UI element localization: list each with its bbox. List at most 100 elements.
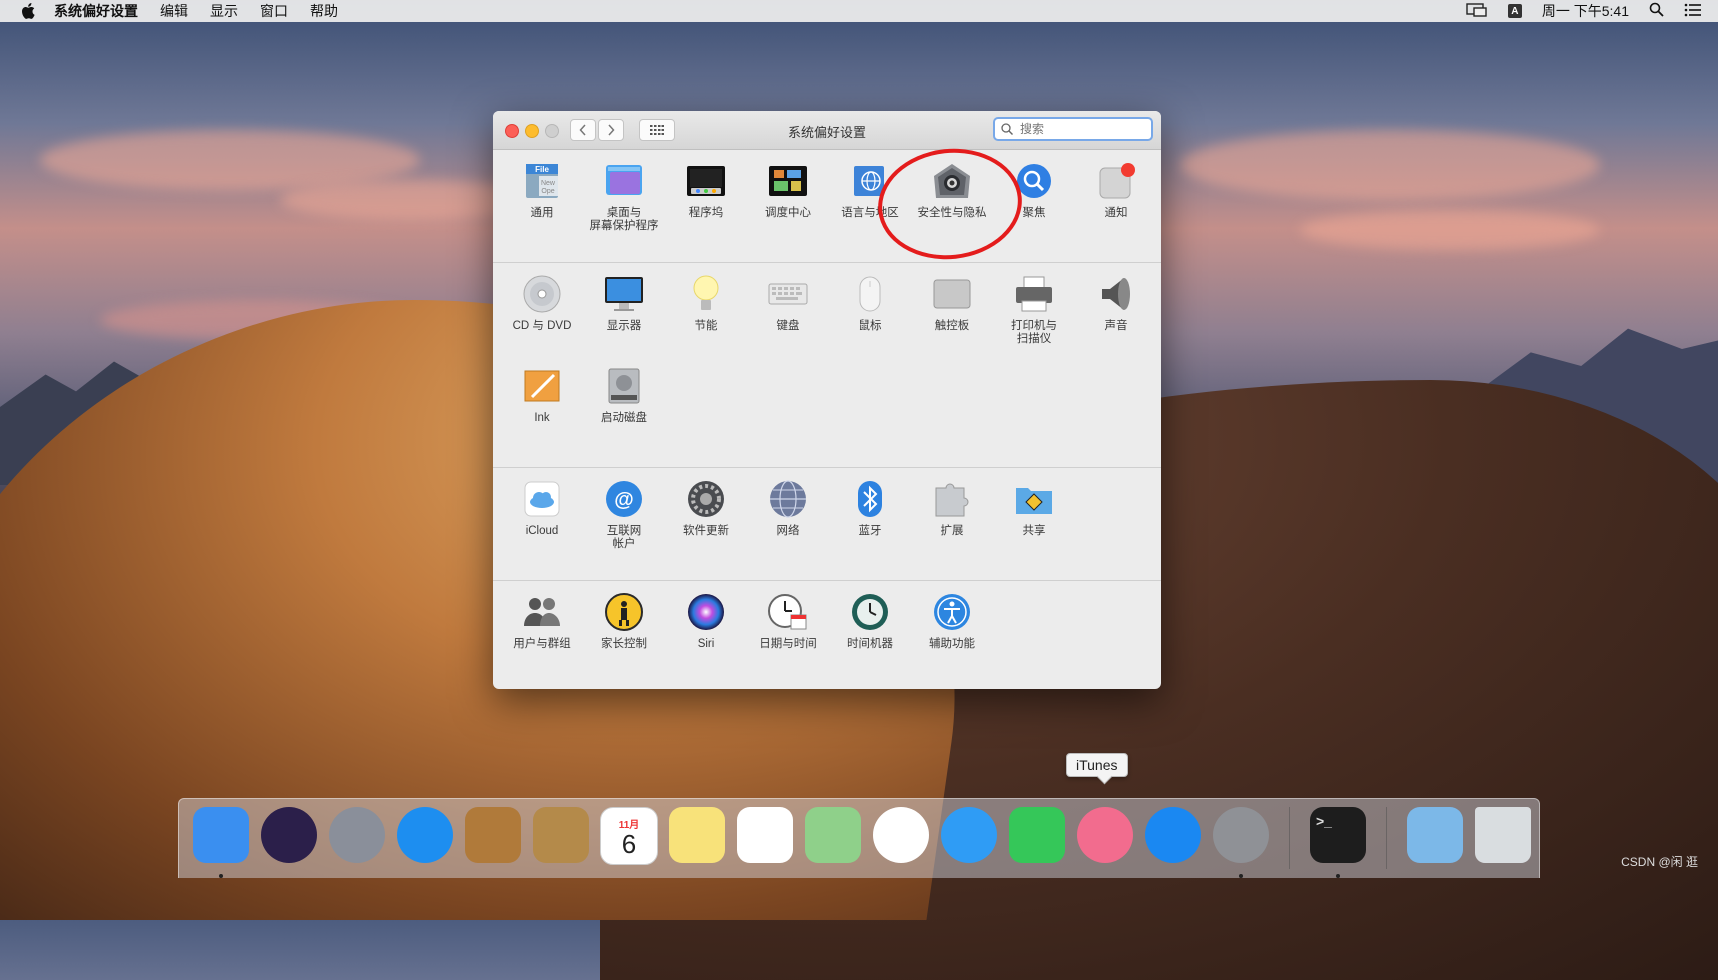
downloads-folder-icon bbox=[1407, 807, 1463, 863]
dock-item-maps[interactable] bbox=[799, 799, 867, 879]
pref-bluetooth[interactable]: 蓝牙 bbox=[829, 468, 911, 560]
dock-item-siri[interactable] bbox=[255, 799, 323, 879]
pref-label: CD 与 DVD bbox=[512, 320, 572, 332]
dock-item-mail[interactable] bbox=[459, 799, 527, 879]
pref-sharing[interactable]: 共享 bbox=[993, 468, 1075, 560]
facetime-icon bbox=[1009, 807, 1065, 863]
reminders-icon bbox=[737, 807, 793, 863]
maps-icon bbox=[805, 807, 861, 863]
mission-control-icon bbox=[767, 160, 809, 202]
pref-mission-control[interactable]: 调度中心 bbox=[747, 150, 829, 242]
pref-energy-saver[interactable]: 节能 bbox=[665, 263, 747, 355]
system-preferences-icon bbox=[1213, 807, 1269, 863]
pref-network[interactable]: 网络 bbox=[747, 468, 829, 560]
menu-view[interactable]: 显示 bbox=[210, 1, 238, 21]
photos-icon bbox=[873, 807, 929, 863]
pref-sound[interactable]: 声音 bbox=[1075, 263, 1157, 355]
pref-security-privacy[interactable]: 安全性与隐私 bbox=[911, 150, 993, 242]
search-icon bbox=[1001, 123, 1013, 135]
pref-dock[interactable]: 程序坞 bbox=[665, 150, 747, 242]
sound-icon bbox=[1095, 273, 1137, 315]
launchpad-icon bbox=[329, 807, 385, 863]
dock-item-system-preferences[interactable] bbox=[1207, 799, 1275, 879]
dock-item-photos[interactable] bbox=[867, 799, 935, 879]
pref-label: 扩展 bbox=[940, 525, 964, 537]
pref-label: 节能 bbox=[694, 320, 718, 332]
energy-saver-icon bbox=[685, 273, 727, 315]
pref-label: 调度中心 bbox=[765, 207, 811, 219]
pref-displays[interactable]: 显示器 bbox=[583, 263, 665, 355]
terminal-icon: >_ bbox=[1310, 807, 1366, 863]
pref-label: 软件更新 bbox=[683, 525, 729, 537]
pref-label: 辅助功能 bbox=[929, 638, 975, 650]
pref-label: 安全性与隐私 bbox=[917, 207, 987, 219]
dock-item-calendar[interactable]: 11月 6 bbox=[595, 799, 663, 879]
dock-tooltip: iTunes bbox=[1066, 753, 1128, 777]
dock-item-launchpad[interactable] bbox=[323, 799, 391, 879]
printers-scanners-icon bbox=[1013, 273, 1055, 315]
dock-item-finder[interactable] bbox=[187, 799, 255, 879]
pref-label: 打印机与 扫描仪 bbox=[1011, 320, 1057, 345]
spotlight-search-icon[interactable] bbox=[1649, 2, 1664, 20]
pref-notifications[interactable]: 通知 bbox=[1075, 150, 1157, 242]
pref-label: 网络 bbox=[776, 525, 800, 537]
spotlight-icon bbox=[1013, 160, 1055, 202]
dock-item-downloads-folder[interactable] bbox=[1401, 799, 1469, 879]
pref-ink[interactable]: Ink bbox=[501, 355, 583, 447]
users-groups-icon bbox=[521, 591, 563, 633]
input-source-icon[interactable]: A bbox=[1507, 4, 1522, 18]
airplay-display-icon[interactable] bbox=[1466, 2, 1488, 20]
menu-edit[interactable]: 编辑 bbox=[160, 1, 188, 21]
internet-accounts-icon: @ bbox=[603, 478, 645, 520]
dock-item-trash[interactable] bbox=[1469, 799, 1537, 879]
dock-item-safari[interactable] bbox=[391, 799, 459, 879]
pref-extensions[interactable]: 扩展 bbox=[911, 468, 993, 560]
pref-users-groups[interactable]: 用户与群组 bbox=[501, 581, 583, 673]
pref-label: 互联网 帐户 bbox=[606, 525, 642, 550]
pref-parental-controls[interactable]: 家长控制 bbox=[583, 581, 665, 673]
dock-item-terminal[interactable]: >_ bbox=[1304, 799, 1372, 879]
pref-general[interactable]: File New Ope 通用 bbox=[501, 150, 583, 242]
accessibility-icon bbox=[931, 591, 973, 633]
dock-item-reminders[interactable] bbox=[731, 799, 799, 879]
menu-help[interactable]: 帮助 bbox=[310, 1, 338, 21]
search-input[interactable] bbox=[1018, 121, 1142, 137]
menu-window[interactable]: 窗口 bbox=[260, 1, 288, 21]
running-indicator bbox=[1239, 874, 1243, 878]
apple-menu-icon[interactable] bbox=[20, 3, 36, 19]
pref-icloud[interactable]: iCloud bbox=[501, 468, 583, 560]
dock-item-contacts[interactable] bbox=[527, 799, 595, 879]
pref-startup-disk[interactable]: 启动磁盘 bbox=[583, 355, 665, 447]
dock-item-notes[interactable] bbox=[663, 799, 731, 879]
pref-label: 键盘 bbox=[776, 320, 800, 332]
menu-clock[interactable]: 周一 下午5:41 bbox=[1542, 1, 1629, 21]
dock-separator bbox=[1289, 807, 1290, 869]
pref-printers-scanners[interactable]: 打印机与 扫描仪 bbox=[993, 263, 1075, 355]
pref-accessibility[interactable]: 辅助功能 bbox=[911, 581, 993, 673]
pref-mouse[interactable]: 鼠标 bbox=[829, 263, 911, 355]
pref-spotlight[interactable]: 聚焦 bbox=[993, 150, 1075, 242]
pref-label: Ink bbox=[534, 412, 550, 424]
pref-software-update[interactable]: 软件更新 bbox=[665, 468, 747, 560]
itunes-icon bbox=[1077, 807, 1133, 863]
pref-siri[interactable]: Siri bbox=[665, 581, 747, 673]
pref-desktop-screensaver[interactable]: 桌面与 屏幕保护程序 bbox=[583, 150, 665, 242]
pref-cd-dvd[interactable]: CD 与 DVD bbox=[501, 263, 583, 355]
prefs-section-hardware: CD 与 DVD 显示器 节能 键盘 鼠标 触控板 打印机与 扫描仪 声音 In… bbox=[493, 263, 1161, 468]
search-field[interactable] bbox=[993, 117, 1153, 141]
pref-trackpad[interactable]: 触控板 bbox=[911, 263, 993, 355]
mail-icon bbox=[465, 807, 521, 863]
icloud-icon bbox=[521, 478, 563, 520]
notification-center-icon[interactable] bbox=[1684, 3, 1702, 20]
dock-item-app-store[interactable] bbox=[1139, 799, 1207, 879]
dock-item-itunes[interactable] bbox=[1071, 799, 1139, 879]
dock-item-messages[interactable] bbox=[935, 799, 1003, 879]
pref-time-machine[interactable]: 时间机器 bbox=[829, 581, 911, 673]
pref-keyboard[interactable]: 键盘 bbox=[747, 263, 829, 355]
pref-language-region[interactable]: 语言与地区 bbox=[829, 150, 911, 242]
pref-internet-accounts[interactable]: @ 互联网 帐户 bbox=[583, 468, 665, 560]
dock-item-facetime[interactable] bbox=[1003, 799, 1071, 879]
menu-app-name[interactable]: 系统偏好设置 bbox=[54, 1, 138, 21]
pref-label: 启动磁盘 bbox=[601, 412, 647, 424]
pref-date-time[interactable]: 日期与时间 bbox=[747, 581, 829, 673]
